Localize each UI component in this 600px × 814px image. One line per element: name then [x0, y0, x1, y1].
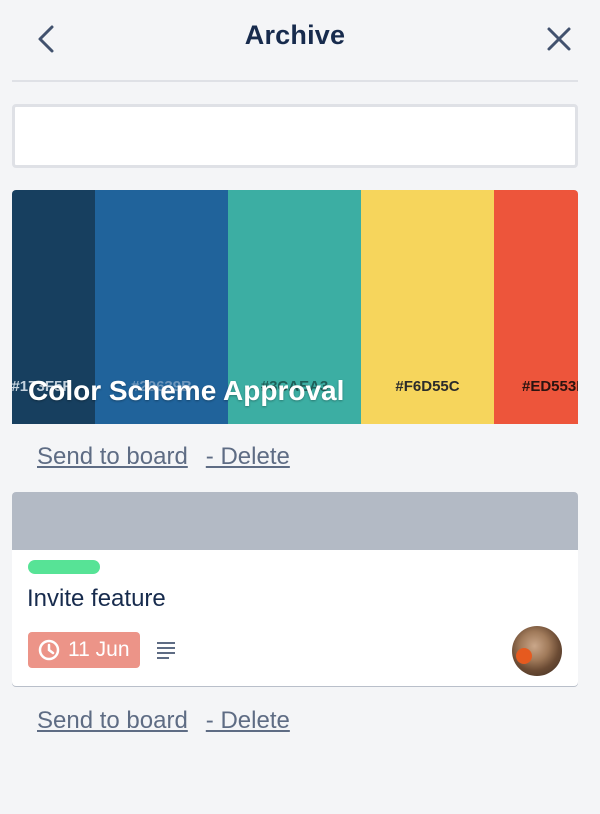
send-to-board-link[interactable]: Send to board: [37, 443, 188, 470]
swatch-code: #ED553B: [522, 378, 578, 395]
search-input[interactable]: [12, 104, 578, 168]
card-actions: Send to board - Delete: [37, 707, 290, 735]
delete-link[interactable]: - Delete: [206, 443, 290, 470]
due-date-text: 11 Jun: [68, 638, 130, 661]
avatar-accent: [516, 648, 532, 664]
clock-icon: [38, 639, 60, 661]
page-title: Archive: [244, 20, 346, 50]
card-cover: [12, 492, 578, 550]
description-icon: [157, 642, 175, 659]
close-icon: [547, 27, 571, 51]
swatch: #ED553B: [494, 190, 578, 424]
close-button[interactable]: [542, 22, 576, 56]
card-label: [28, 560, 100, 574]
card-title[interactable]: Color Scheme Approval: [28, 375, 344, 407]
card-title: Invite feature: [27, 585, 166, 612]
due-date-badge[interactable]: 11 Jun: [28, 632, 140, 668]
archived-card[interactable]: Invite feature 11 Jun: [12, 492, 578, 686]
swatch-code: #F6D55C: [395, 378, 460, 395]
archive-header: Archive: [12, 0, 578, 82]
swatch: #F6D55C: [361, 190, 494, 424]
member-avatar[interactable]: [512, 626, 562, 676]
delete-link[interactable]: - Delete: [206, 707, 290, 734]
send-to-board-link[interactable]: Send to board: [37, 707, 188, 734]
card-actions: Send to board - Delete: [37, 443, 290, 471]
